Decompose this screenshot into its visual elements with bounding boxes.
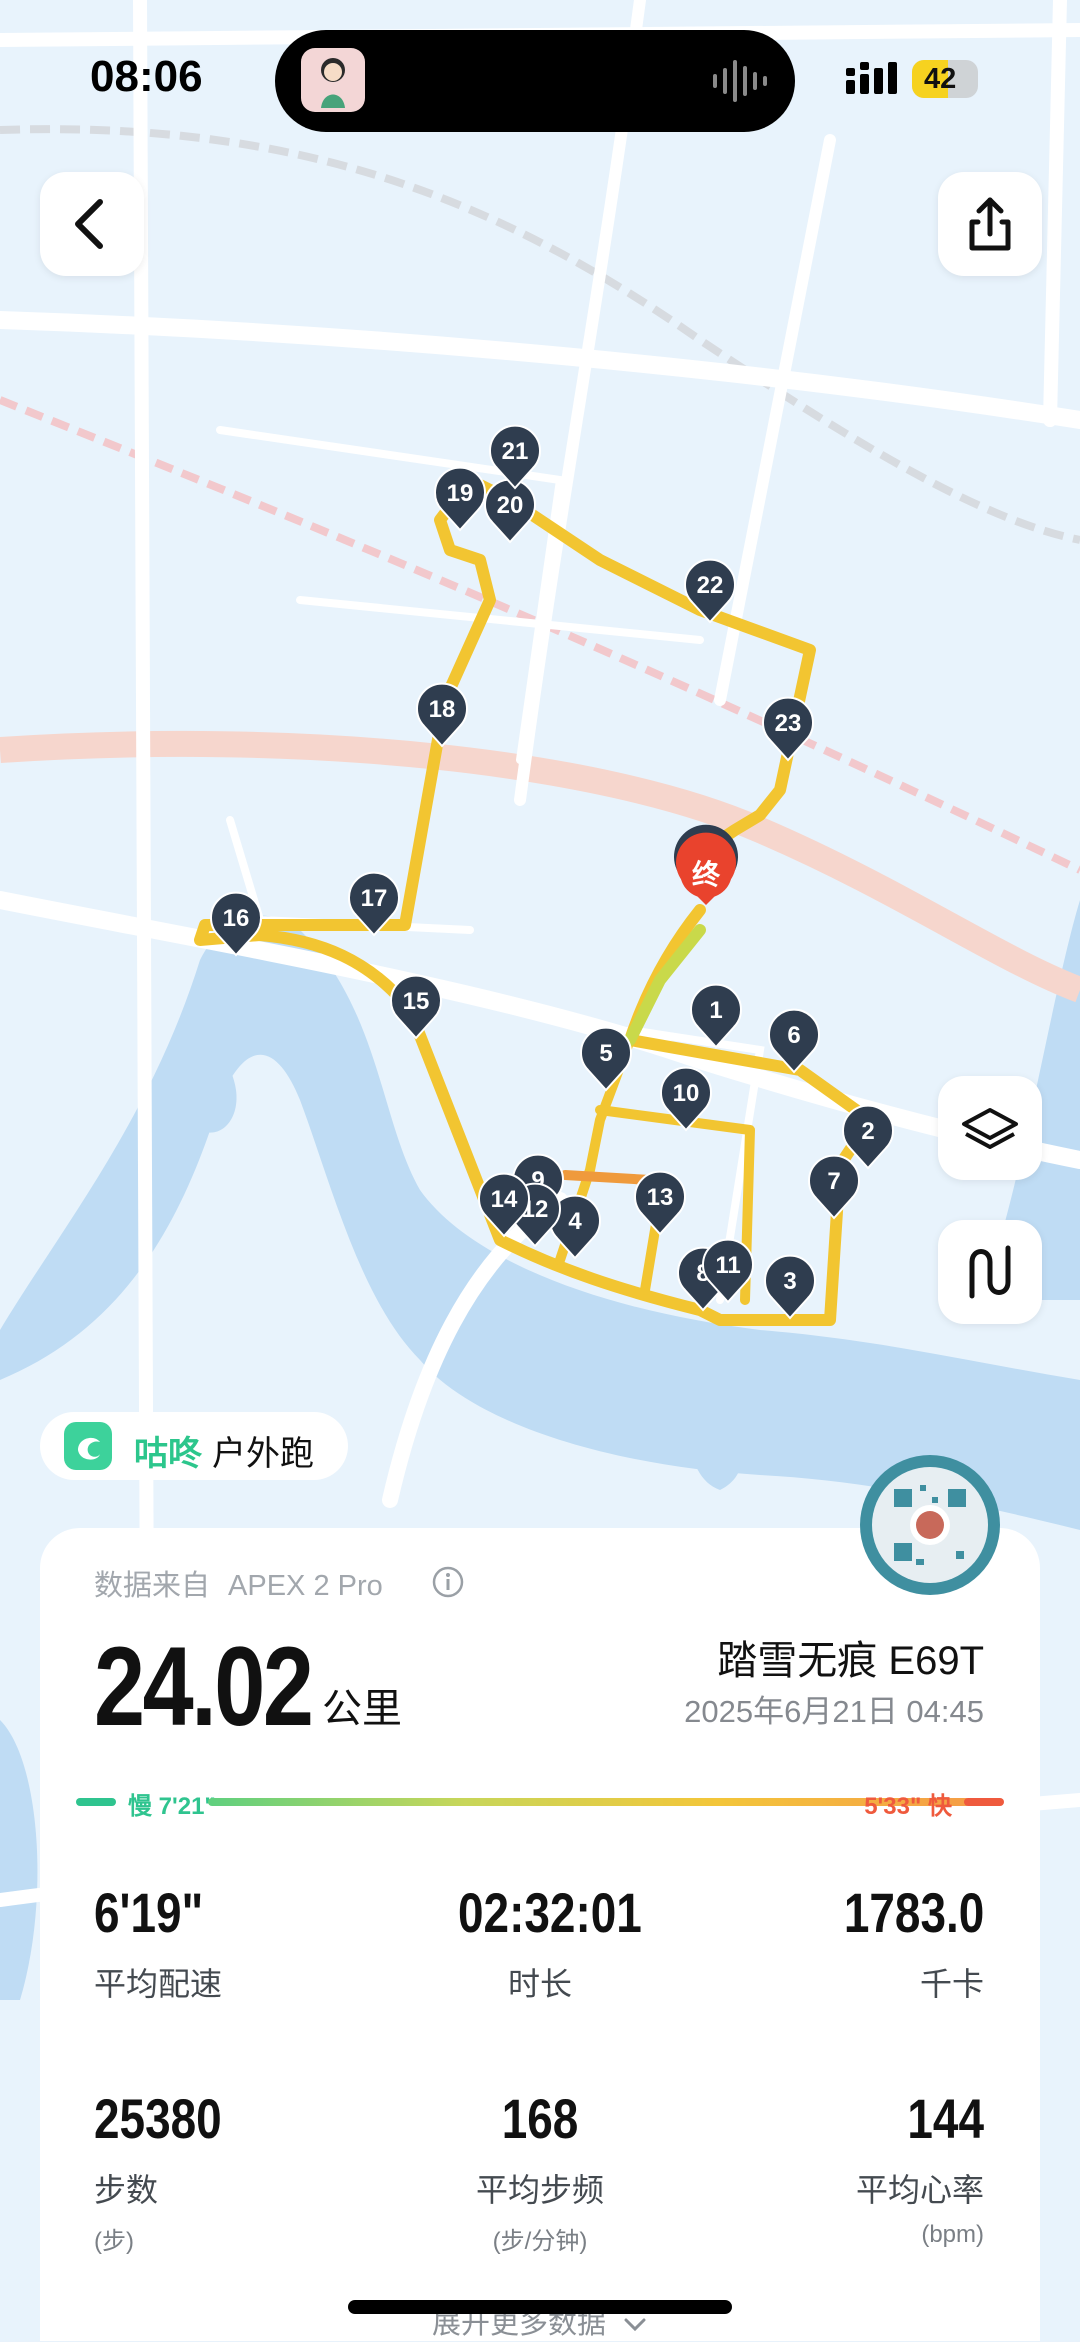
stat-unit: (bpm) xyxy=(921,2221,984,2248)
dynamic-island[interactable] xyxy=(275,30,795,132)
stat-calories: 1783.0 千卡 xyxy=(813,1880,984,2005)
battery-indicator: 42 xyxy=(912,60,978,98)
km-marker-label: 3 xyxy=(783,1268,796,1295)
km-marker-label: 14 xyxy=(491,1186,518,1213)
km-marker-label: 22 xyxy=(697,572,724,599)
data-source: 数据来自 APEX 2 Pro xyxy=(94,1562,383,1604)
stat-label: 平均步频 xyxy=(475,2172,604,2208)
km-marker-label: 1 xyxy=(709,997,722,1024)
stat-value: 25380 xyxy=(94,2087,222,2150)
layers-icon xyxy=(962,1108,1018,1149)
device-name: APEX 2 Pro xyxy=(228,1570,383,1602)
stat-value: 168 xyxy=(501,2087,579,2150)
cellular-signal-icon xyxy=(846,62,897,94)
km-marker-label: 5 xyxy=(599,1040,612,1067)
data-source-label: 数据来自 xyxy=(94,1570,211,1602)
stat-duration: 02:32:01 时长 xyxy=(440,1880,642,2005)
activity-datetime: 2025年6月21日 04:45 xyxy=(684,1694,984,1729)
audio-wave-icon xyxy=(713,60,767,102)
stat-label: 平均心率 xyxy=(855,2172,984,2208)
km-marker-label: 17 xyxy=(361,885,388,912)
distance-value: 24.02 xyxy=(94,1624,314,1749)
share-button[interactable] xyxy=(938,172,1042,276)
km-marker-label: 19 xyxy=(447,480,474,507)
km-marker-label: 15 xyxy=(403,988,430,1015)
km-marker-label: 23 xyxy=(775,710,802,737)
pace-gradient-bar xyxy=(208,1798,970,1806)
summary-card: 数据来自 APEX 2 Pro 24.02 公里 踏雪无痕 E69T 2025年6… xyxy=(40,1528,1040,2341)
map-layers-button[interactable] xyxy=(938,1076,1042,1180)
stat-heart-rate: 144 平均心率 (bpm) xyxy=(856,2086,984,2249)
battery-level: 42 xyxy=(924,63,957,95)
stat-label: 步数 xyxy=(94,2172,159,2208)
km-marker-label: 21 xyxy=(502,438,529,465)
stat-label: 平均配速 xyxy=(94,1966,223,2002)
stat-avg-pace: 6'19" 平均配速 xyxy=(94,1880,227,2005)
shoe-name[interactable]: 踏雪无痕 E69T xyxy=(717,1628,984,1686)
stat-cadence: 168 平均步频 (步/分钟) xyxy=(440,2086,640,2256)
route-path-icon xyxy=(969,1245,1011,1299)
km-marker-label: 2 xyxy=(861,1118,874,1145)
stat-label: 时长 xyxy=(507,1966,572,2002)
now-playing-avatar xyxy=(301,48,365,112)
stat-label: 千卡 xyxy=(919,1966,984,2002)
km-marker-label: 7 xyxy=(827,1168,840,1195)
activity-type: 户外跑 xyxy=(212,1435,314,1473)
share-icon xyxy=(969,197,1011,251)
back-button[interactable] xyxy=(40,172,144,276)
stat-value: 02:32:01 xyxy=(458,1881,642,1944)
km-marker-label: 4 xyxy=(568,1208,582,1235)
stat-unit: (步/分钟) xyxy=(492,2228,588,2255)
home-indicator[interactable] xyxy=(348,2300,732,2314)
stat-value: 6'19" xyxy=(94,1881,204,1944)
chevron-down-icon xyxy=(624,2318,646,2332)
km-marker-label: 18 xyxy=(429,696,456,723)
end-marker-label: 终 xyxy=(692,858,721,891)
chevron-left-icon xyxy=(75,199,103,249)
km-marker-label: 10 xyxy=(673,1080,700,1107)
km-marker-label: 16 xyxy=(223,905,250,932)
stat-unit: (步) xyxy=(94,2228,134,2255)
slow-pace-dot xyxy=(76,1798,116,1806)
distance-unit: 公里 xyxy=(322,1687,402,1731)
slow-pace-label: 慢 7'21" xyxy=(128,1793,216,1820)
codoon-logo-icon xyxy=(64,1422,112,1470)
km-marker-label: 20 xyxy=(497,492,524,519)
km-marker-label: 13 xyxy=(647,1184,674,1211)
brand-name: 咕咚 xyxy=(134,1435,202,1473)
share-qr-badge[interactable] xyxy=(860,1455,1000,1595)
stat-steps: 25380 步数 (步) xyxy=(94,2086,250,2256)
route-playback-button[interactable] xyxy=(938,1220,1042,1324)
app-brand-pill: 咕咚 户外跑 xyxy=(40,1412,348,1480)
stat-value: 1783.0 xyxy=(843,1881,984,1944)
info-icon[interactable] xyxy=(432,1566,464,1598)
pace-legend: 慢 7'21" 5'33" 快 xyxy=(76,1786,1004,1820)
stat-value: 144 xyxy=(907,2087,984,2150)
km-marker-label: 6 xyxy=(787,1022,800,1049)
km-marker-label: 11 xyxy=(715,1252,740,1279)
status-bar: 08:06 42 xyxy=(0,0,1080,160)
fast-pace-label: 5'33" 快 xyxy=(864,1793,952,1820)
status-time: 08:06 xyxy=(90,52,203,101)
fast-pace-dot xyxy=(964,1798,1004,1806)
